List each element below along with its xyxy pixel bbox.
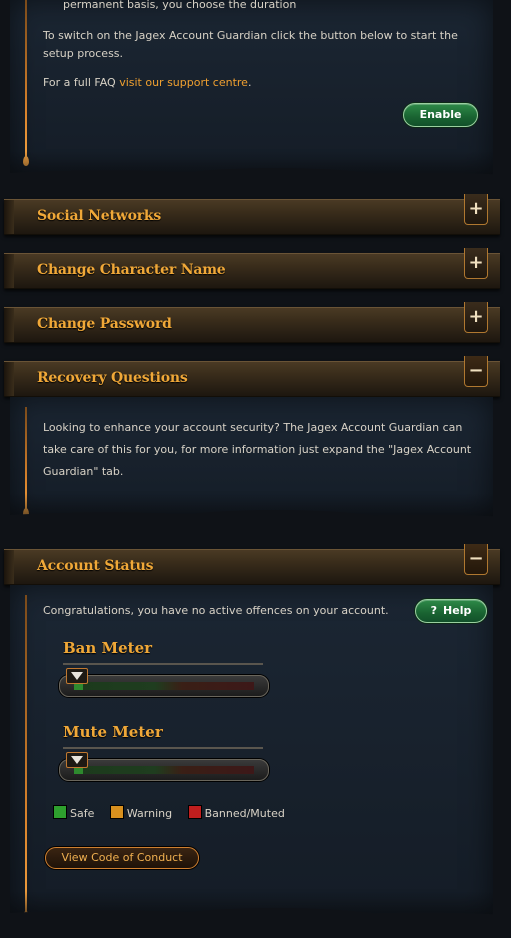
mute-meter-title: Mute Meter [63, 723, 163, 741]
panel-rule [23, 0, 29, 166]
meter-legend: Safe Warning Banned/Muted [53, 805, 285, 820]
section-title: Change Password [37, 316, 172, 332]
mute-meter-line [63, 747, 263, 749]
legend-safe: Safe [53, 805, 94, 820]
section-change-password[interactable]: Change Password + [4, 302, 500, 343]
ban-meter-title: Ban Meter [63, 639, 153, 657]
help-button[interactable]: ? Help [415, 599, 487, 623]
guardian-faq-text: For a full FAQ visit our support centre. [43, 76, 252, 89]
guardian-setup-text: To switch on the Jagex Account Guardian … [43, 29, 458, 60]
expand-plus-icon[interactable]: + [464, 248, 488, 279]
account-status-panel: Congratulations, you have no active offe… [10, 585, 493, 925]
collapse-minus-icon[interactable]: − [464, 356, 488, 387]
help-label: Help [443, 604, 472, 617]
section-change-character-name[interactable]: Change Character Name + [4, 248, 500, 289]
account-guardian-panel: permanent basis, you choose the duration… [10, 0, 493, 185]
ban-meter [59, 668, 269, 697]
mute-meter-track [74, 766, 254, 774]
safe-swatch [53, 805, 67, 819]
ban-meter-pointer-icon [66, 668, 88, 684]
recovery-questions-panel: Looking to enhance your account security… [10, 397, 493, 527]
panel-texture [10, 891, 493, 925]
section-title: Social Networks [37, 208, 162, 224]
legend-banned: Banned/Muted [187, 805, 285, 820]
support-centre-link[interactable]: visit our support centre [119, 76, 248, 89]
section-title: Change Character Name [37, 262, 226, 278]
panel-rule [23, 595, 29, 921]
recovery-info-text: Looking to enhance your account security… [43, 421, 472, 478]
section-account-status[interactable]: Account Status − [4, 544, 500, 585]
help-icon: ? [430, 604, 438, 617]
mute-meter-pointer-icon [66, 752, 88, 768]
expand-plus-icon[interactable]: + [464, 302, 488, 333]
view-code-of-conduct-button[interactable]: View Code of Conduct [45, 847, 199, 869]
enable-button[interactable]: Enable [403, 103, 478, 127]
section-title: Recovery Questions [37, 370, 188, 386]
section-title: Account Status [37, 558, 154, 574]
expand-plus-icon[interactable]: + [464, 194, 488, 225]
warning-swatch [109, 805, 124, 819]
ban-meter-track [74, 682, 254, 690]
legend-warning: Warning [109, 805, 172, 820]
mute-meter [59, 752, 269, 781]
status-message: Congratulations, you have no active offe… [43, 604, 389, 617]
guardian-duration-text: permanent basis, you choose the duration [63, 0, 297, 11]
collapse-minus-icon[interactable]: − [464, 544, 488, 575]
banned-swatch [187, 805, 202, 819]
panel-texture [10, 493, 493, 527]
panel-texture [10, 151, 493, 185]
section-social-networks[interactable]: Social Networks + [4, 194, 500, 235]
ban-meter-line [63, 663, 263, 665]
section-recovery-questions[interactable]: Recovery Questions − [4, 356, 500, 397]
